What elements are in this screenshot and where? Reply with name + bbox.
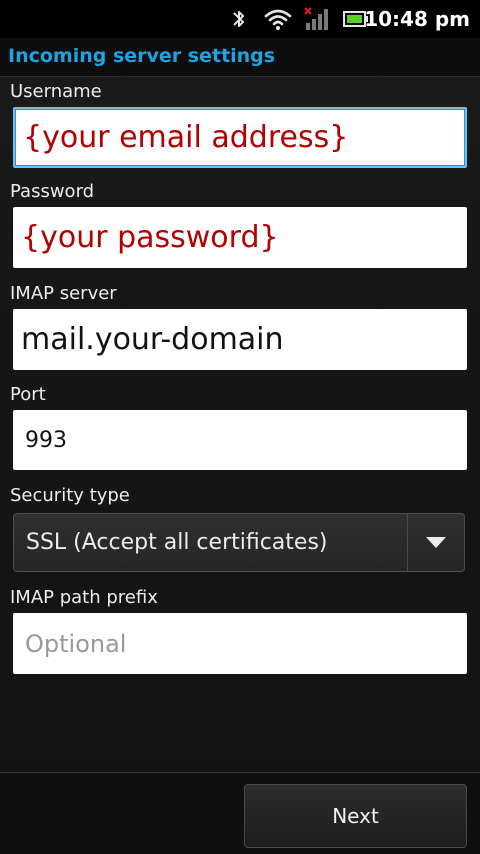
- imap-server-field[interactable]: mail.your-domain: [13, 309, 467, 370]
- dropdown-arrow-icon[interactable]: [408, 514, 464, 571]
- next-button[interactable]: Next: [244, 784, 467, 848]
- imap-server-value: mail.your-domain: [21, 322, 284, 357]
- wifi-icon: [264, 9, 292, 30]
- security-type-dropdown[interactable]: SSL (Accept all certificates): [13, 513, 465, 572]
- port-value: 993: [25, 427, 67, 453]
- username-value: {your email address}: [23, 120, 349, 155]
- username-field[interactable]: {your email address}: [13, 107, 467, 168]
- security-type-selected: SSL (Accept all certificates): [26, 530, 328, 555]
- username-label: Username: [10, 81, 102, 102]
- imap-path-prefix-label: IMAP path prefix: [10, 587, 158, 608]
- imap-path-prefix-placeholder: Optional: [25, 629, 127, 658]
- triangle-down-icon: [426, 536, 446, 548]
- status-bar: 10:48 pm: [0, 0, 480, 38]
- page-title: Incoming server settings: [8, 45, 276, 67]
- screen: 10:48 pm Incoming server settings Userna…: [0, 0, 480, 854]
- bluetooth-icon: [233, 11, 244, 27]
- password-label: Password: [10, 181, 95, 202]
- bottom-bar: Next: [0, 772, 480, 854]
- signal-no-service-icon: [304, 7, 328, 30]
- imap-path-prefix-field[interactable]: Optional: [13, 613, 467, 674]
- imap-server-label: IMAP server: [10, 283, 117, 304]
- title-bar: Incoming server settings: [0, 38, 480, 77]
- security-type-label: Security type: [10, 485, 130, 506]
- password-field[interactable]: {your password}: [13, 207, 467, 268]
- port-field[interactable]: 993: [13, 410, 467, 470]
- status-time: 10:48 pm: [364, 7, 470, 31]
- port-label: Port: [10, 384, 46, 405]
- password-value: {your password}: [21, 220, 279, 255]
